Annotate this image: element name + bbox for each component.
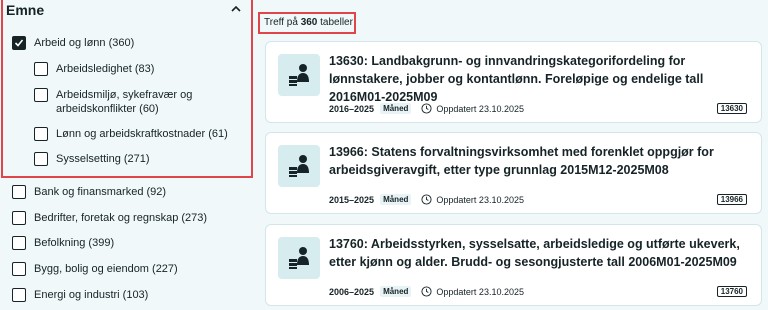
checkbox-row-arbeidsledighet[interactable]: Arbeidsledighet (83) <box>34 62 154 76</box>
frequency-badge: Måned <box>380 103 412 114</box>
card-years: 2006–2025 <box>329 286 375 297</box>
checkbox-label: Bygg, bolig og eiendom (227) <box>34 263 178 275</box>
checkbox-row-befolkning[interactable]: Befolkning (399) <box>12 236 114 250</box>
checkbox[interactable] <box>12 288 26 302</box>
clock-icon <box>421 194 432 205</box>
labour-icon <box>278 237 320 279</box>
checkbox[interactable] <box>12 211 26 225</box>
checkbox-row-bedrifter[interactable]: Bedrifter, foretak og regnskap (273) <box>12 211 207 225</box>
checkbox[interactable] <box>12 185 26 199</box>
checkbox-row-lonn[interactable]: Lønn og arbeidskraftkostnader (61) <box>34 127 228 141</box>
checkbox-label: Bank og finansmarked (92) <box>34 186 167 198</box>
checkbox-label: Befolkning (399) <box>34 237 115 249</box>
chevron-up-icon[interactable] <box>230 4 242 14</box>
check-icon <box>14 39 24 47</box>
frequency-badge: Måned <box>380 286 412 297</box>
table-card[interactable]: 13760: Arbeidsstyrken, sysselsatte, arbe… <box>265 224 762 306</box>
frequency-badge: Måned <box>380 194 412 205</box>
card-meta: 2015–2025 Måned Oppdatert 23.10.2025 <box>329 194 524 205</box>
table-card[interactable]: 13966: Statens forvaltningsvirksomhet me… <box>265 132 762 214</box>
card-updated: Oppdatert 23.10.2025 <box>436 194 524 205</box>
card-years: 2016–2025 <box>329 103 375 114</box>
results-count: Treff på 360 tabeller <box>258 12 356 34</box>
results-number: 360 <box>300 17 318 28</box>
clock-icon <box>421 286 432 297</box>
checkbox[interactable] <box>34 127 48 141</box>
checkbox-row-arbeidsmiljo[interactable]: Arbeidsmiljø, sykefravær og arbeidskonfl… <box>34 88 256 116</box>
checkbox[interactable] <box>34 152 48 166</box>
card-title[interactable]: 13966: Statens forvaltningsvirksomhet me… <box>329 143 749 179</box>
card-years: 2015–2025 <box>329 194 375 205</box>
checkbox-label: Arbeidsledighet (83) <box>56 63 155 75</box>
table-card[interactable]: 13630: Landbakgrunn- og innvandringskate… <box>265 41 762 123</box>
card-meta: 2016–2025 Måned Oppdatert 23.10.2025 <box>329 103 524 114</box>
filter-sidebar: Emne Arbeid og lønn (360) Arbeidsledighe… <box>0 0 254 310</box>
card-title[interactable]: 13760: Arbeidsstyrken, sysselsatte, arbe… <box>329 235 749 271</box>
card-updated: Oppdatert 23.10.2025 <box>436 103 524 114</box>
labour-icon <box>278 145 320 187</box>
table-code-badge: 13630 <box>716 103 747 114</box>
results-prefix: Treff på <box>264 17 301 28</box>
checkbox-label: Arbeid og lønn (360) <box>34 37 135 49</box>
checkbox-row-energi[interactable]: Energi og industri (103) <box>12 288 148 302</box>
table-code-badge: 13966 <box>716 194 747 205</box>
checkbox[interactable] <box>34 88 48 102</box>
checkbox-row-arbeid[interactable]: Arbeid og lønn (360) <box>12 36 134 50</box>
checkbox-checked[interactable] <box>12 36 26 50</box>
labour-icon <box>278 54 320 96</box>
checkbox[interactable] <box>12 262 26 276</box>
checkbox-row-bank[interactable]: Bank og finansmarked (92) <box>12 185 166 199</box>
clock-icon <box>421 103 432 114</box>
checkbox-label: Sysselsetting (271) <box>56 153 150 165</box>
checkbox-label: Lønn og arbeidskraftkostnader (61) <box>56 128 228 140</box>
table-code-badge: 13760 <box>716 286 747 297</box>
checkbox-label: Arbeidsmiljø, sykefravær og arbeidskonfl… <box>56 89 193 115</box>
card-updated: Oppdatert 23.10.2025 <box>436 286 524 297</box>
checkbox[interactable] <box>34 62 48 76</box>
checkbox-label: Energi og industri (103) <box>34 289 149 301</box>
checkbox-row-sysselsetting[interactable]: Sysselsetting (271) <box>34 152 150 166</box>
results-suffix: tabeller <box>317 17 353 28</box>
checkbox[interactable] <box>12 236 26 250</box>
filter-header[interactable]: Emne <box>6 2 44 18</box>
card-title[interactable]: 13630: Landbakgrunn- og innvandringskate… <box>329 52 749 106</box>
checkbox-label: Bedrifter, foretak og regnskap (273) <box>34 212 208 224</box>
checkbox-row-bygg[interactable]: Bygg, bolig og eiendom (227) <box>12 262 178 276</box>
card-meta: 2006–2025 Måned Oppdatert 23.10.2025 <box>329 286 524 297</box>
